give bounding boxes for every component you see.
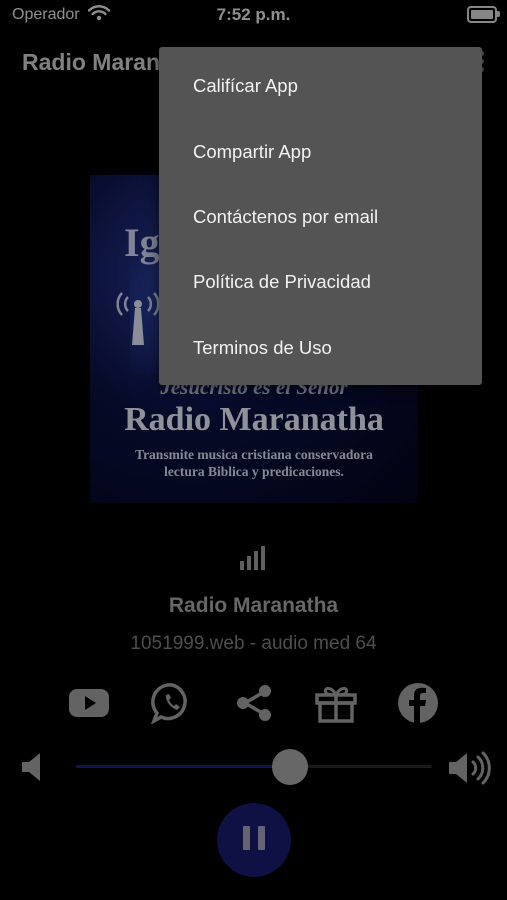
pause-button[interactable] — [217, 803, 291, 877]
youtube-button[interactable] — [66, 680, 112, 726]
whatsapp-button[interactable] — [149, 680, 195, 726]
menu-item-terms-of-use[interactable]: Terminos de Uso — [193, 337, 332, 359]
equalizer-icon — [240, 546, 268, 570]
status-time: 7:52 p.m. — [216, 5, 291, 24]
menu-item-contact-email[interactable]: Contáctenos por email — [193, 206, 378, 228]
options-menu: Califícar App Compartir App Contáctenos … — [159, 47, 482, 385]
whatsapp-icon — [151, 683, 187, 724]
menu-item-privacy-policy[interactable]: Política de Privacidad — [193, 271, 371, 293]
menu-item-rate-app[interactable]: Califícar App — [193, 75, 298, 97]
share-button[interactable] — [231, 680, 277, 726]
volume-high-icon — [449, 751, 491, 785]
facebook-button[interactable] — [395, 680, 441, 726]
volume-control — [0, 745, 507, 789]
youtube-icon — [69, 689, 109, 717]
artwork-description-2: lectura Biblica y predicaciones. — [164, 464, 344, 479]
station-name: Radio Maranatha — [168, 594, 339, 617]
status-bar: Operador 7:52 p.m. — [0, 0, 507, 30]
menu-item-share-app[interactable]: Compartir App — [193, 141, 311, 163]
facebook-icon — [398, 683, 438, 723]
share-icon — [237, 685, 271, 721]
gift-button[interactable] — [313, 680, 359, 726]
station-info: 1051999.web - audio med 64 — [130, 633, 377, 654]
gift-icon — [315, 686, 357, 723]
artwork-description-1: Transmite musica cristiana conservadora — [135, 447, 373, 462]
volume-slider-thumb[interactable] — [271, 749, 308, 785]
volume-slider[interactable] — [76, 749, 432, 785]
share-buttons-row — [0, 680, 507, 726]
battery-icon — [467, 6, 500, 23]
artwork-title: Radio Maranatha — [124, 401, 384, 438]
artwork-top-text: Ig — [124, 220, 160, 265]
volume-slider-fill — [76, 765, 290, 768]
pause-icon — [239, 825, 269, 855]
volume-low-icon — [22, 753, 40, 781]
